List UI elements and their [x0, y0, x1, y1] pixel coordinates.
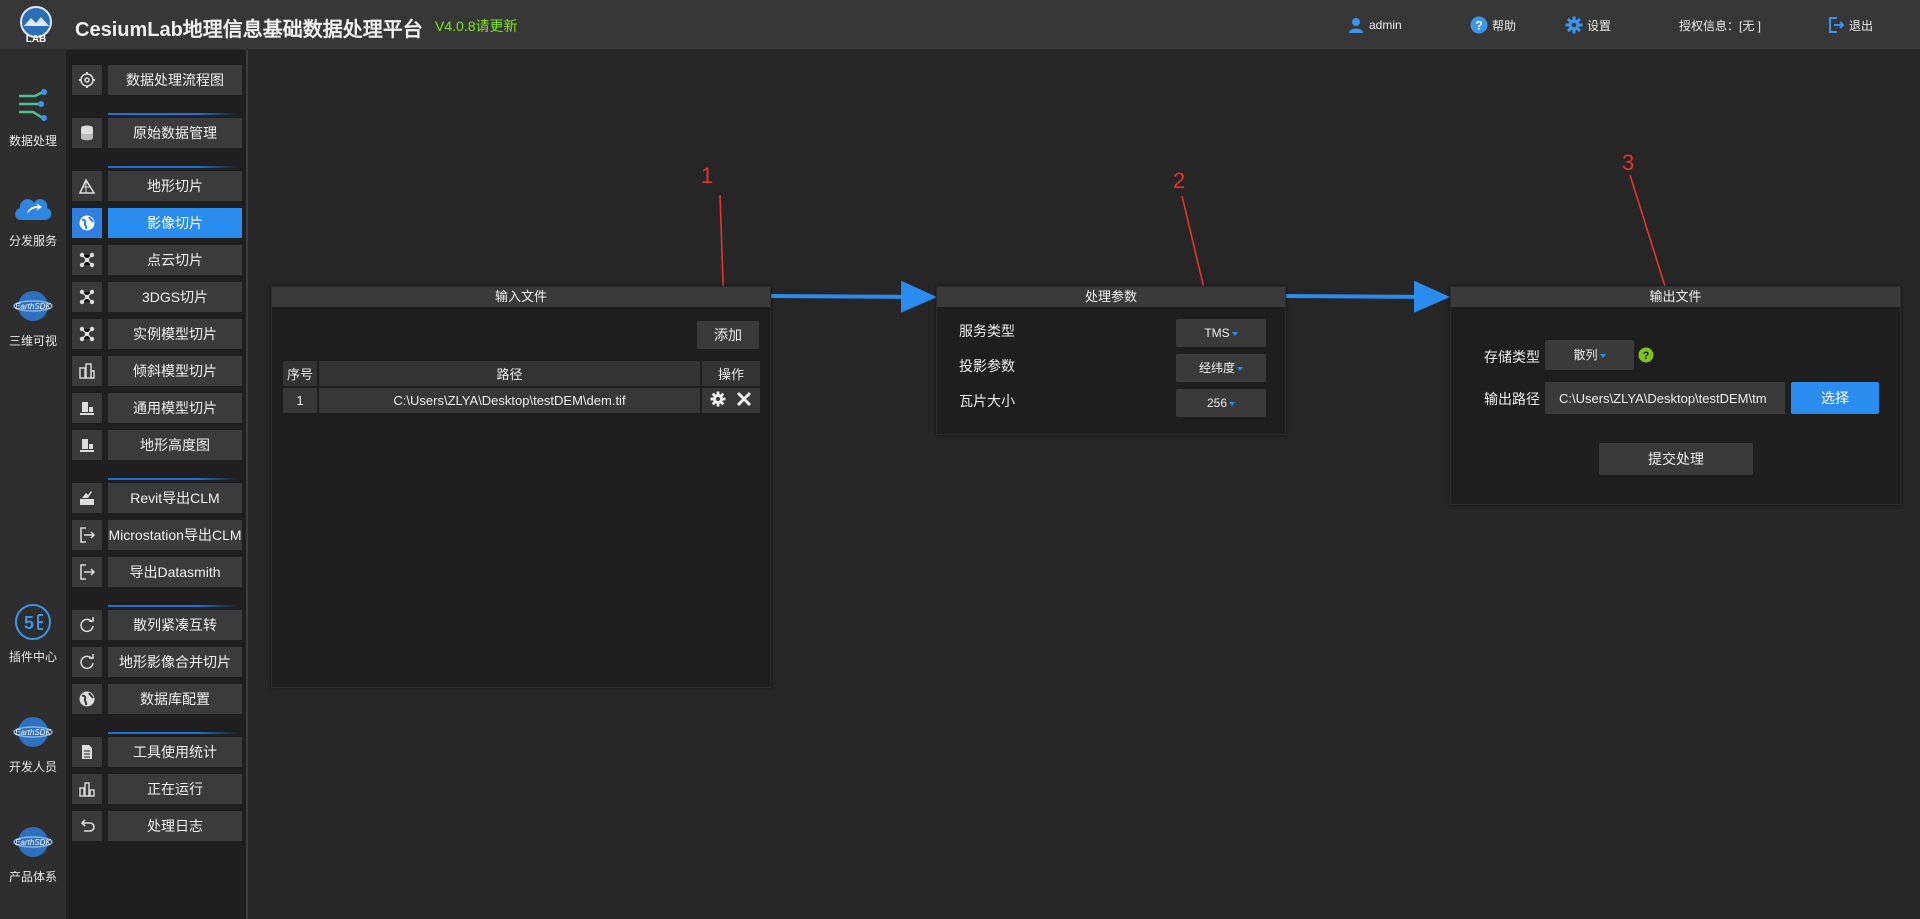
svg-text:?: ? [1643, 350, 1650, 362]
row-settings-button[interactable] [710, 391, 726, 410]
annotation-label-1: 1 [701, 163, 714, 188]
chevron-down-icon [1229, 401, 1236, 406]
row-path: C:\Users\ZLYA\Desktop\testDEM\dem.tif [317, 386, 702, 415]
service-type-label: 服务类型 [959, 323, 1015, 339]
annotation-label-3: 3 [1622, 150, 1635, 175]
row-actions [700, 386, 762, 415]
flow-arrow-params-to-output [1285, 280, 1450, 313]
column-header-index: 序号 [281, 359, 319, 388]
table-row: 1 C:\Users\ZLYA\Desktop\testDEM\dem.tif [281, 386, 762, 415]
chevron-down-icon [1599, 353, 1606, 358]
tile-size-value: 256 [1206, 396, 1228, 410]
submit-process-button[interactable]: 提交处理 [1599, 443, 1753, 475]
service-type-value: TMS [1204, 326, 1230, 340]
input-files-table: 序号 路径 操作 1 C:\Users\ZLYA\Desktop\testDEM… [281, 359, 762, 415]
chevron-down-icon [1231, 331, 1238, 336]
gear-icon [710, 391, 726, 407]
output-path-input[interactable] [1545, 382, 1785, 414]
row-delete-button[interactable] [736, 391, 752, 410]
chevron-down-icon [1237, 366, 1243, 371]
output-path-label: 输出路径 [1484, 391, 1540, 407]
projection-value: 经纬度 [1198, 361, 1235, 375]
panel-title: 处理参数 [937, 287, 1285, 307]
input-files-panel: 输入文件 添加 序号 路径 操作 1 C:\Users\ZLYA\Desktop… [271, 286, 771, 688]
storage-type-value: 散列 [1573, 348, 1598, 362]
flow-arrow-input-to-params [770, 280, 937, 313]
help-badge-icon[interactable]: ? [1638, 347, 1654, 363]
panel-title: 输入文件 [272, 287, 770, 307]
row-index: 1 [281, 386, 319, 415]
processing-params-panel: 处理参数 服务类型 TMS 投影参数 经纬度 瓦片大小 256 [936, 286, 1286, 435]
choose-path-button[interactable]: 选择 [1791, 382, 1879, 414]
tile-size-label: 瓦片大小 [959, 393, 1015, 409]
projection-label: 投影参数 [959, 358, 1015, 374]
panel-title: 输出文件 [1451, 287, 1900, 307]
close-icon [736, 391, 751, 407]
service-type-select[interactable]: TMS [1176, 319, 1266, 347]
add-file-button[interactable]: 添加 [697, 321, 759, 349]
table-header-row: 序号 路径 操作 [281, 359, 762, 388]
storage-type-select[interactable]: 散列 [1545, 340, 1634, 370]
column-header-path: 路径 [317, 359, 702, 388]
projection-select[interactable]: 经纬度 [1176, 354, 1266, 382]
storage-type-label: 存储类型 [1484, 349, 1540, 365]
column-header-actions: 操作 [700, 359, 762, 388]
tile-size-select[interactable]: 256 [1176, 389, 1266, 417]
output-files-panel: 输出文件 存储类型 散列 ? 输出路径 选择 提交处理 [1450, 286, 1901, 505]
annotation-label-2: 2 [1173, 168, 1186, 193]
